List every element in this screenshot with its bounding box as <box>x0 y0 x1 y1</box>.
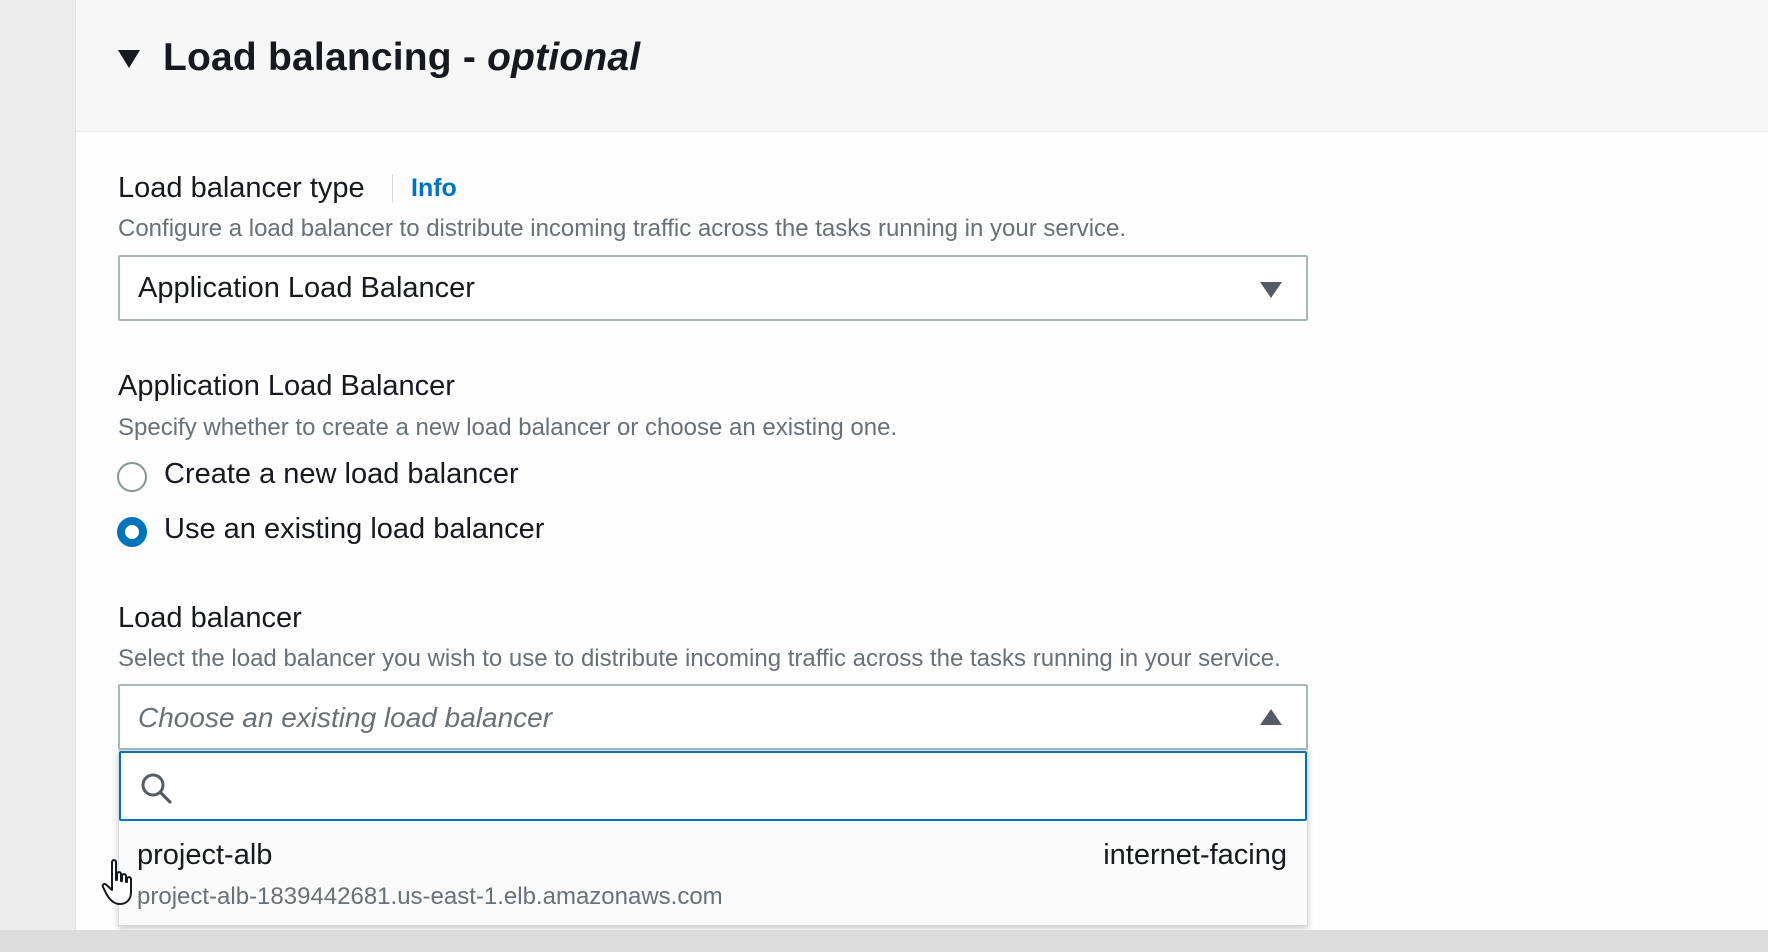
radio-use-existing-circle[interactable] <box>117 517 147 547</box>
option-name: project-alb <box>137 839 273 871</box>
hand-cursor-icon <box>101 859 132 905</box>
option-scheme: internet-facing <box>1103 839 1287 871</box>
alb-label: Application Load Balancer <box>118 370 455 402</box>
load-balancer-select[interactable]: Choose an existing load balancer <box>118 684 1308 750</box>
option-dns: project-alb-1839442681.us-east-1.elb.ama… <box>137 883 723 910</box>
load-balancer-label: Load balancer <box>118 602 302 634</box>
caret-down-icon[interactable] <box>118 50 140 68</box>
section-title-optional: optional <box>487 36 641 79</box>
section-title-text: Load balancing - <box>163 36 488 79</box>
alb-description: Specify whether to create a new load bal… <box>118 414 898 441</box>
load-balancer-dropdown: project-alb internet-facing project-alb-… <box>118 750 1308 926</box>
lb-type-description: Configure a load balancer to distribute … <box>118 215 1127 242</box>
lb-type-selected-value: Application Load Balancer <box>138 272 475 304</box>
lb-type-select[interactable]: Application Load Balancer <box>118 255 1308 321</box>
dropdown-option-project-alb[interactable]: project-alb internet-facing project-alb-… <box>119 821 1307 925</box>
dropdown-search-box[interactable] <box>119 751 1307 821</box>
bottom-edge <box>0 930 1768 952</box>
radio-use-existing-label: Use an existing load balancer <box>164 513 545 545</box>
dropdown-search-input[interactable] <box>185 763 1285 811</box>
section-title: Load balancing - optional <box>163 36 640 80</box>
lb-type-info-link[interactable]: Info <box>392 174 457 203</box>
radio-create-new-label: Create a new load balancer <box>164 458 519 490</box>
load-balancer-placeholder: Choose an existing load balancer <box>138 702 553 733</box>
triangle-down-icon <box>1260 282 1282 298</box>
radio-create-new-circle[interactable] <box>117 462 147 492</box>
section-header[interactable]: Load balancing - optional <box>76 0 1768 132</box>
search-icon <box>141 773 172 804</box>
load-balancer-description: Select the load balancer you wish to use… <box>118 645 1281 672</box>
lb-type-label: Load balancer type <box>118 172 365 204</box>
triangle-up-icon <box>1260 709 1282 725</box>
